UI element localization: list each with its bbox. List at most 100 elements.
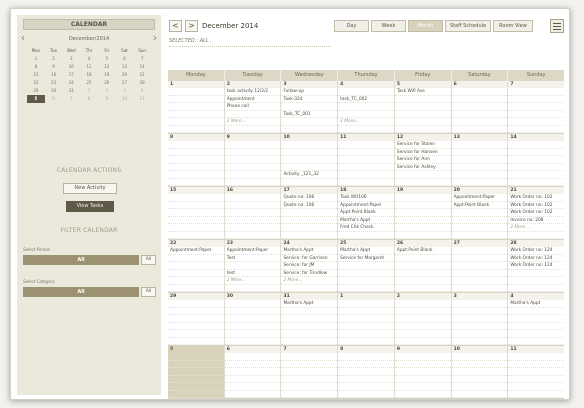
day-cell[interactable]: 8 xyxy=(338,346,395,398)
day-cell[interactable]: 20 Appointment:Paper Appt:Point Blank xyxy=(451,187,509,239)
mini-day[interactable]: 24 xyxy=(62,79,80,87)
next-month-button[interactable]: > xyxy=(185,20,198,32)
mini-day[interactable]: 7 xyxy=(133,55,151,63)
day-cell[interactable]: 21 Work Order no: 102 Work Order no: 102 Wo… xyxy=(508,187,565,239)
day-cell[interactable]: 11 xyxy=(508,346,565,398)
mini-day[interactable]: 5 xyxy=(98,55,116,63)
day-cell[interactable]: 5 xyxy=(168,346,225,398)
day-cell[interactable]: 2 xyxy=(394,293,452,345)
mini-day[interactable]: 4 xyxy=(80,55,98,63)
calendar-event[interactable]: Service for Hansen xyxy=(394,149,451,156)
day-cell[interactable]: 29 xyxy=(168,293,225,345)
day-cell[interactable]: 1 xyxy=(168,81,225,133)
select-person-all-button[interactable]: All xyxy=(141,255,156,265)
day-cell[interactable]: 31 Martha's Appt xyxy=(281,293,339,345)
calendar-event[interactable]: Appointment:Paper xyxy=(168,247,224,255)
mini-day[interactable]: 29 xyxy=(27,87,45,95)
mini-day[interactable]: 11 xyxy=(133,95,151,103)
mini-day[interactable]: 18 xyxy=(80,71,98,79)
calendar-event[interactable]: Appt:Point Blank xyxy=(451,202,508,209)
mini-day[interactable]: 2 xyxy=(45,55,63,63)
calendar-event[interactable]: test xyxy=(224,270,281,277)
mini-day[interactable]: 10 xyxy=(62,63,80,71)
select-category-all-button[interactable]: All xyxy=(141,287,156,297)
calendar-event[interactable]: Appointment:Paper xyxy=(224,247,281,255)
calendar-event[interactable]: Work Order no: 124 xyxy=(508,247,565,255)
calendar-event[interactable]: Martha's Appt xyxy=(508,300,565,308)
day-cell[interactable]: 23 Appointment:Paper Test test 2 More... xyxy=(224,240,282,292)
day-cell[interactable]: 8 xyxy=(168,134,225,186)
day-cell[interactable]: 28 Work Order no: 124 Work Order no: 124 Wo… xyxy=(508,240,565,292)
more-events-link[interactable]: 2 More... xyxy=(281,277,338,285)
calendar-event[interactable]: task_TC_002 xyxy=(338,96,394,103)
day-cell[interactable]: 15 xyxy=(168,187,225,239)
tab-room-view[interactable]: Room View xyxy=(493,20,533,32)
mini-day[interactable]: 25 xyxy=(80,79,98,87)
calendar-event[interactable]: Follow-up xyxy=(281,88,338,96)
calendar-event[interactable]: Work Order no: 102 xyxy=(508,209,565,217)
mini-day[interactable]: 8 xyxy=(27,63,45,71)
calendar-event[interactable]: Service: for Garrison xyxy=(281,255,338,262)
view-tasks-button[interactable]: View Tasks xyxy=(66,201,114,212)
mini-day[interactable]: 6 xyxy=(45,95,63,103)
calendar-event[interactable]: Task_TC_001 xyxy=(281,111,338,118)
day-cell[interactable]: 4 Martha's Appt xyxy=(508,293,565,345)
calendar-event[interactable]: Work Order no: 124 xyxy=(508,262,565,270)
more-events-link[interactable]: 2 More... xyxy=(224,277,281,285)
calendar-event[interactable]: Service: for JM xyxy=(281,262,338,270)
mini-day[interactable]: 31 xyxy=(62,87,80,95)
day-cell[interactable]: 12 Service for Stolen Service for Hansen Se… xyxy=(394,134,452,186)
day-cell[interactable]: 18 Task WO106 Appointment:Paper Appt:Point … xyxy=(338,187,395,239)
calendar-event[interactable]: Appointment:Paper xyxy=(451,194,508,202)
mini-day[interactable]: 14 xyxy=(133,63,151,71)
select-person-dropdown[interactable]: All xyxy=(23,255,139,265)
mini-day[interactable]: 19 xyxy=(98,71,116,79)
calendar-event[interactable]: Work Order no: 102 xyxy=(508,202,565,209)
mini-day[interactable]: 2 xyxy=(98,87,116,95)
mini-day[interactable]: 7 xyxy=(62,95,80,103)
calendar-event[interactable]: Martha's Appt xyxy=(281,247,338,255)
day-cell[interactable]: 24 Martha's Appt Service: for Garrison Serv… xyxy=(281,240,339,292)
day-cell[interactable]: 3 xyxy=(451,293,509,345)
mini-day[interactable]: 27 xyxy=(116,79,134,87)
calendar-event[interactable]: Appt:Point Blank xyxy=(338,209,394,217)
calendar-event[interactable]: Activity _121_32 xyxy=(281,171,338,179)
day-cell[interactable]: 5 Task Wifi Ave xyxy=(394,81,452,133)
tab-month[interactable]: Month xyxy=(408,20,443,32)
day-cell[interactable]: 6 xyxy=(451,81,509,133)
mini-day[interactable]: 6 xyxy=(116,55,134,63)
day-cell[interactable]: 13 xyxy=(451,134,509,186)
new-activity-button[interactable]: New Activity xyxy=(63,183,117,194)
chevron-left-icon[interactable]: ‹ xyxy=(18,31,28,44)
mini-day[interactable]: 28 xyxy=(133,79,151,87)
day-cell[interactable]: 10 xyxy=(451,346,509,398)
calendar-event[interactable]: Service for Stolen xyxy=(394,141,451,149)
calendar-event[interactable]: Service for Margaret xyxy=(338,255,394,262)
menu-icon[interactable] xyxy=(550,19,564,33)
select-category-dropdown[interactable]: All xyxy=(23,287,139,297)
day-cell[interactable]: 26 Appt:Point Blank xyxy=(394,240,452,292)
mini-day[interactable]: 11 xyxy=(80,63,98,71)
day-cell[interactable]: 2 task activity 12/2/2 Appointment Phone ca… xyxy=(224,81,282,133)
mini-day[interactable]: 22 xyxy=(27,79,45,87)
day-cell[interactable]: 19 xyxy=(394,187,452,239)
tab-staff-schedule[interactable]: Staff Schedule xyxy=(445,20,491,32)
calendar-event[interactable]: Service for Ashley xyxy=(394,164,451,171)
calendar-event[interactable]: Service for Ann xyxy=(394,156,451,164)
day-cell[interactable]: 7 xyxy=(281,346,339,398)
day-cell[interactable]: 22 Appointment:Paper xyxy=(168,240,225,292)
mini-day[interactable]: 26 xyxy=(98,79,116,87)
mini-day[interactable]: 1 xyxy=(27,55,45,63)
day-cell[interactable]: 30 xyxy=(224,293,282,345)
mini-day[interactable]: 13 xyxy=(116,63,134,71)
day-cell[interactable]: 25 Martha's Appt Service for Margaret xyxy=(338,240,395,292)
calendar-event[interactable]: task activity 12/2/2 xyxy=(224,88,281,96)
day-cell[interactable]: 1 xyxy=(338,293,395,345)
tab-day[interactable]: Day xyxy=(334,20,369,32)
day-cell[interactable]: 16 xyxy=(224,187,282,239)
day-cell[interactable]: 9 xyxy=(394,346,452,398)
day-cell[interactable]: 3 Follow-up Task-324 Task_TC_001 xyxy=(281,81,339,133)
mini-day[interactable]: 9 xyxy=(98,95,116,103)
calendar-event[interactable]: Invoice no: 208 xyxy=(508,217,565,224)
day-cell[interactable]: 11 xyxy=(338,134,395,186)
